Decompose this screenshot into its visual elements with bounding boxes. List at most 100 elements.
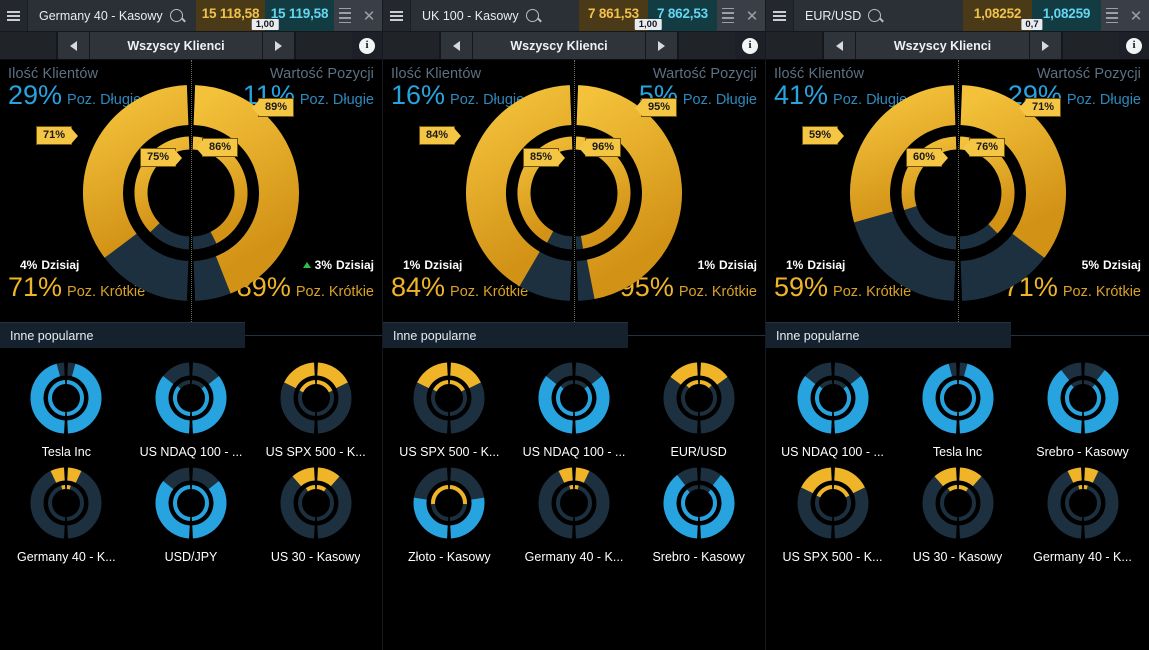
popular-divider xyxy=(628,335,765,336)
search-icon[interactable] xyxy=(525,9,539,22)
navbar-spacer-right xyxy=(678,32,735,59)
instrument-selector[interactable]: Germany 40 - Kasowy xyxy=(28,0,196,31)
today-label: Dzisiaj xyxy=(807,258,846,272)
chevron-left-icon[interactable] xyxy=(823,32,856,59)
popular-section-header: Inne popularne xyxy=(766,322,1011,348)
bid-price-value: 15 118,58 xyxy=(201,6,260,22)
panel-menu-button[interactable] xyxy=(0,0,28,31)
price-quotes: 1,08252 ▲ 1,08259 ▲ 0,7 xyxy=(963,0,1101,31)
popular-instrument-item[interactable]: US 30 - Kasowy xyxy=(253,467,378,564)
popular-instrument-item[interactable]: US SPX 500 - K... xyxy=(253,362,378,459)
ask-price-value: 1,08259 xyxy=(1042,6,1091,22)
value-inner-callout: 76% xyxy=(968,138,1005,157)
popular-instrument-item[interactable]: US NDAQ 100 - ... xyxy=(512,362,637,459)
navbar-spacer-right xyxy=(1062,32,1119,59)
instrument-sentiment-dashboard: Germany 40 - Kasowy 15 118,58 ▼ 15 119,5… xyxy=(0,0,1149,650)
clients-outer-callout: 71% xyxy=(36,126,73,145)
titlebar-controls: ✕ xyxy=(334,0,382,31)
search-icon[interactable] xyxy=(868,9,882,22)
mini-donut-chart xyxy=(413,467,485,544)
instrument-selector[interactable]: UK 100 - Kasowy xyxy=(411,0,579,31)
value-change-pct: 5% xyxy=(1081,258,1099,272)
instrument-panel-germany40: Germany 40 - Kasowy 15 118,58 ▼ 15 119,5… xyxy=(0,0,383,650)
panel-options-icon[interactable] xyxy=(1101,0,1123,31)
popular-instrument-item[interactable]: Tesla Inc xyxy=(895,362,1020,459)
popular-instruments-grid: US SPX 500 - K... US NDAQ 100 - ... EUR/… xyxy=(383,348,765,564)
popular-instrument-item[interactable]: US 30 - Kasowy xyxy=(895,467,1020,564)
popular-instrument-label: Srebro - Kasowy xyxy=(652,550,745,564)
instrument-panel-uk100: UK 100 - Kasowy 7 861,53 7 862,53 1,00 ✕… xyxy=(383,0,766,650)
mini-donut-chart xyxy=(797,362,869,439)
clients-inner-callout: 85% xyxy=(523,148,560,167)
price-quotes: 15 118,58 ▼ 15 119,58 ▼ 1,00 xyxy=(196,0,334,31)
mini-donut-chart xyxy=(1047,467,1119,544)
popular-instruments-grid: US NDAQ 100 - ... Tesla Inc Srebro - Kas… xyxy=(766,348,1149,564)
today-label: Dzisiaj xyxy=(718,258,757,272)
info-icon[interactable]: i xyxy=(1119,32,1149,59)
client-filter-label: Wszyscy Klienci xyxy=(473,32,645,59)
popular-instrument-item[interactable]: US SPX 500 - K... xyxy=(387,362,512,459)
clients-long-pct: 16% xyxy=(391,80,446,110)
close-icon[interactable]: ✕ xyxy=(1123,0,1149,31)
mini-donut-chart xyxy=(663,362,735,439)
popular-instrument-item[interactable]: Germany 40 - K... xyxy=(1020,467,1145,564)
popular-instrument-item[interactable]: Złoto - Kasowy xyxy=(387,467,512,564)
popular-instrument-item[interactable]: EUR/USD xyxy=(636,362,761,459)
mini-donut-chart xyxy=(538,467,610,544)
chevron-left-icon[interactable] xyxy=(57,32,90,59)
popular-instrument-item[interactable]: US NDAQ 100 - ... xyxy=(129,362,254,459)
clients-short-pct: 59% xyxy=(774,272,829,302)
clients-change: 4% Dzisiaj xyxy=(8,258,79,272)
info-icon[interactable]: i xyxy=(735,32,765,59)
sentiment-gauge: Ilość Klientów Wartość Pozycji 16% Poz. … xyxy=(383,60,765,322)
instrument-title: EUR/USD xyxy=(805,8,862,23)
navbar-spacer-left xyxy=(0,32,57,59)
panel-options-icon[interactable] xyxy=(334,0,356,31)
client-filter-label: Wszyscy Klienci xyxy=(856,32,1029,59)
panel-menu-button[interactable] xyxy=(766,0,794,31)
value-change-pct: 1% xyxy=(697,258,715,272)
popular-instrument-item[interactable]: Tesla Inc xyxy=(4,362,129,459)
chevron-right-icon[interactable] xyxy=(645,32,678,59)
close-icon[interactable]: ✕ xyxy=(739,0,765,31)
instrument-panel-eurusd: EUR/USD 1,08252 ▲ 1,08259 ▲ 0,7 ✕ Wszysc… xyxy=(766,0,1149,650)
mini-donut-chart xyxy=(538,362,610,439)
mini-donut-chart xyxy=(797,467,869,544)
chevron-right-icon[interactable] xyxy=(262,32,295,59)
popular-instrument-item[interactable]: Srebro - Kasowy xyxy=(1020,362,1145,459)
popular-instrument-item[interactable]: Srebro - Kasowy xyxy=(636,467,761,564)
popular-instrument-item[interactable]: Germany 40 - K... xyxy=(4,467,129,564)
panel-options-icon[interactable] xyxy=(717,0,739,31)
info-icon[interactable]: i xyxy=(352,32,382,59)
popular-instrument-label: EUR/USD xyxy=(670,445,727,459)
mini-donut-chart xyxy=(413,362,485,439)
popular-instrument-item[interactable]: USD/JPY xyxy=(129,467,254,564)
popular-instrument-label: Germany 40 - K... xyxy=(1033,550,1132,564)
popular-instrument-label: Tesla Inc xyxy=(932,445,983,459)
long-label: Poz. Długie xyxy=(682,92,757,108)
clients-change-pct: 1% xyxy=(403,258,421,272)
spread-value: 1,00 xyxy=(251,19,279,30)
mini-donut-chart xyxy=(663,467,735,544)
chevron-left-icon[interactable] xyxy=(440,32,473,59)
instrument-selector[interactable]: EUR/USD xyxy=(794,0,963,31)
mini-donut-chart xyxy=(280,362,352,439)
clients-short-pct: 71% xyxy=(8,272,63,302)
value-outer-callout: 95% xyxy=(640,98,677,117)
popular-instruments-grid: Tesla Inc US NDAQ 100 - ... US SPX 500 -… xyxy=(0,348,382,564)
chevron-right-icon[interactable] xyxy=(1029,32,1062,59)
clients-change: 1% Dzisiaj xyxy=(774,258,845,272)
panel-titlebar: Germany 40 - Kasowy 15 118,58 ▼ 15 119,5… xyxy=(0,0,382,32)
mini-donut-chart xyxy=(280,467,352,544)
value-outer-callout: 71% xyxy=(1024,98,1061,117)
ask-price-value: 15 119,58 xyxy=(270,6,329,22)
popular-instrument-item[interactable]: Germany 40 - K... xyxy=(512,467,637,564)
popular-divider xyxy=(1011,335,1149,336)
search-icon[interactable] xyxy=(169,9,183,22)
panel-menu-button[interactable] xyxy=(383,0,411,31)
titlebar-controls: ✕ xyxy=(717,0,765,31)
popular-section-header: Inne popularne xyxy=(383,322,628,348)
popular-instrument-item[interactable]: US SPX 500 - K... xyxy=(770,467,895,564)
close-icon[interactable]: ✕ xyxy=(356,0,382,31)
popular-instrument-item[interactable]: US NDAQ 100 - ... xyxy=(770,362,895,459)
